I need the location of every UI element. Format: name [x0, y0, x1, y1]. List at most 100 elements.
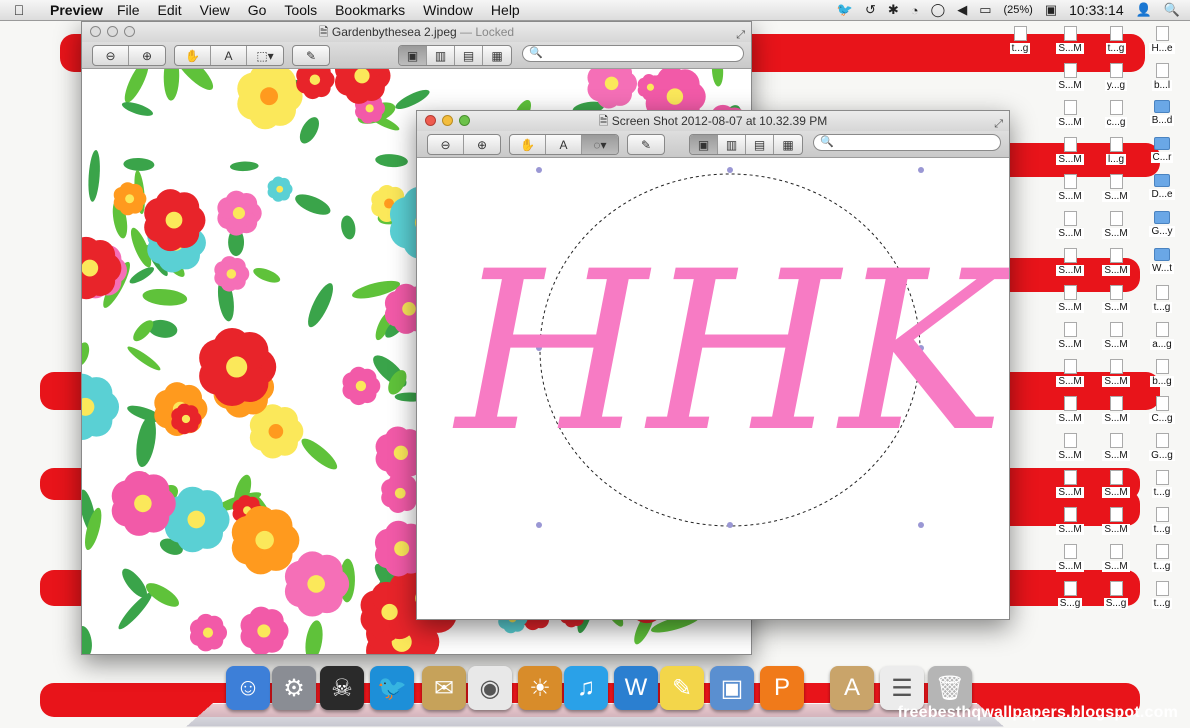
minimize-button[interactable] [442, 115, 453, 126]
app-menu[interactable]: Preview [50, 2, 103, 18]
desktop-file-icon[interactable]: G...y [1142, 211, 1182, 237]
title-bar[interactable]: 🗎 Gardenbythesea 2.jpeg — Locked ⤢ [82, 22, 751, 42]
search-input[interactable]: 🔍 [522, 45, 744, 62]
close-button[interactable] [90, 26, 101, 37]
desktop-file-icon[interactable]: S...M [1050, 433, 1090, 461]
system-preferences-icon[interactable]: ⚙ [272, 666, 316, 710]
desktop-file-icon[interactable]: S...M [1050, 285, 1090, 313]
iphoto-icon[interactable]: ☀ [518, 666, 562, 710]
annotate-pen-icon[interactable]: ✎ [628, 135, 664, 154]
battery-icon[interactable]: ▭ [979, 2, 991, 18]
desktop-file-icon[interactable]: b...l [1142, 63, 1182, 91]
desktop-file-icon[interactable]: S...g [1096, 581, 1136, 609]
zoom-button[interactable] [124, 26, 135, 37]
desktop-file-icon[interactable]: S...M [1096, 174, 1136, 202]
menu-tools[interactable]: Tools [284, 2, 317, 18]
desktop-file-icon[interactable]: S...M [1096, 248, 1136, 276]
desktop-file-icon[interactable]: S...M [1096, 211, 1136, 239]
hand-tool-icon[interactable]: ✋ [510, 135, 546, 154]
thumbnails-icon[interactable]: ▥ [427, 46, 455, 65]
desktop-file-icon[interactable]: t...g [1142, 470, 1182, 498]
volume-icon[interactable]: ◀ [957, 2, 967, 18]
desktop-file-icon[interactable]: t...g [1000, 26, 1040, 54]
menu-edit[interactable]: Edit [158, 2, 182, 18]
desktop-file-icon[interactable]: S...g [1050, 581, 1090, 609]
desktop-file-icon[interactable]: H...e [1142, 26, 1182, 54]
bluetooth-icon[interactable]: ✱ [888, 2, 899, 18]
applications-stack-icon[interactable]: A [830, 666, 874, 710]
desktop-file-icon[interactable]: S...M [1050, 63, 1090, 91]
finder-icon[interactable]: ☺ [226, 666, 270, 710]
text-tool-icon[interactable]: A [211, 46, 247, 65]
desktop-file-icon[interactable]: S...M [1050, 137, 1090, 165]
zoom-out-icon[interactable]: ⊖ [428, 135, 464, 154]
thumbnails-icon[interactable]: ▥ [718, 135, 746, 154]
annotate-pen-icon[interactable]: ✎ [293, 46, 329, 65]
menu-bookmarks[interactable]: Bookmarks [335, 2, 405, 18]
desktop-file-icon[interactable]: S...M [1050, 322, 1090, 350]
desktop-file-icon[interactable]: b...g [1142, 359, 1182, 387]
zoom-out-icon[interactable]: ⊖ [93, 46, 129, 65]
user-icon[interactable]: 👤 [1136, 2, 1152, 18]
menu-window[interactable]: Window [423, 2, 473, 18]
desktop-file-icon[interactable]: y...g [1096, 63, 1136, 91]
desktop-file-icon[interactable]: S...M [1096, 396, 1136, 424]
search-input[interactable]: 🔍 [813, 134, 1001, 151]
text-tool-icon[interactable]: A [546, 135, 582, 154]
desktop-file-icon[interactable]: S...M [1050, 26, 1090, 54]
title-bar[interactable]: 🗎 Screen Shot 2012-08-07 at 10.32.39 PM … [417, 111, 1009, 131]
menu-view[interactable]: View [200, 2, 230, 18]
table-of-contents-icon[interactable]: ▤ [746, 135, 774, 154]
hand-tool-icon[interactable]: ✋ [175, 46, 211, 65]
desktop-file-icon[interactable]: S...M [1050, 396, 1090, 424]
desktop-file-icon[interactable]: a...g [1142, 322, 1182, 350]
content-only-icon[interactable]: ▣ [399, 46, 427, 65]
desktop-file-icon[interactable]: S...M [1096, 322, 1136, 350]
desktop-file-icon[interactable]: c...g [1096, 100, 1136, 128]
desktop-file-icon[interactable]: S...M [1050, 211, 1090, 239]
desktop-file-icon[interactable]: t...g [1096, 26, 1136, 54]
elliptical-select-tool-icon[interactable]: ◌▾ [582, 135, 618, 154]
wordpress-app-icon[interactable]: W [614, 666, 658, 710]
desktop-file-icon[interactable]: S...M [1050, 507, 1090, 535]
twitter-icon[interactable]: 🐦 [837, 2, 853, 18]
preview-app-icon[interactable]: ▣ [710, 666, 754, 710]
desktop-file-icon[interactable]: l...g [1096, 137, 1136, 165]
chrome-icon[interactable]: ◉ [468, 666, 512, 710]
desktop-file-icon[interactable]: S...M [1050, 359, 1090, 387]
table-of-contents-icon[interactable]: ▤ [455, 46, 483, 65]
chat-icon[interactable]: ◯ [931, 2, 946, 18]
wifi-icon[interactable]: ◔ [911, 3, 919, 18]
menu-file[interactable]: File [117, 2, 140, 18]
desktop-file-icon[interactable]: S...M [1096, 285, 1136, 313]
desktop-file-icon[interactable]: t...g [1142, 544, 1182, 572]
mail-icon[interactable]: ✉ [422, 666, 466, 710]
desktop-file-icon[interactable]: t...g [1142, 507, 1182, 535]
desktop-file-icon[interactable]: S...M [1096, 433, 1136, 461]
desktop-file-icon[interactable]: S...M [1096, 507, 1136, 535]
desktop-file-icon[interactable]: S...M [1050, 174, 1090, 202]
desktop-file-icon[interactable]: W...t [1142, 248, 1182, 274]
zoom-in-icon[interactable]: ⊕ [464, 135, 500, 154]
itunes-icon[interactable]: ♫ [564, 666, 608, 710]
desktop-file-icon[interactable]: G...g [1142, 433, 1182, 461]
desktop-file-icon[interactable]: C...r [1142, 137, 1182, 163]
desktop-file-icon[interactable]: t...g [1142, 285, 1182, 313]
menu-go[interactable]: Go [248, 2, 267, 18]
desktop-file-icon[interactable]: S...M [1050, 100, 1090, 128]
menu-help[interactable]: Help [491, 2, 520, 18]
spotlight-icon[interactable]: 🔍 [1164, 2, 1180, 18]
time-machine-icon[interactable]: ↺ [865, 2, 876, 18]
desktop-file-icon[interactable]: t...g [1142, 581, 1182, 609]
desktop-file-icon[interactable]: S...M [1096, 470, 1136, 498]
stickies-icon[interactable]: ✎ [660, 666, 704, 710]
content-only-icon[interactable]: ▣ [690, 135, 718, 154]
zoom-in-icon[interactable]: ⊕ [129, 46, 165, 65]
desktop-file-icon[interactable]: B...d [1142, 100, 1182, 126]
apple-menu-icon[interactable]:  [6, 2, 32, 18]
twitter-app-icon[interactable]: 🐦 [370, 666, 414, 710]
image-canvas[interactable]: HHK [417, 158, 1015, 619]
desktop-file-icon[interactable]: S...M [1050, 470, 1090, 498]
desktop-file-icon[interactable]: D...e [1142, 174, 1182, 200]
select-tool-icon[interactable]: ⬚▾ [247, 46, 283, 65]
